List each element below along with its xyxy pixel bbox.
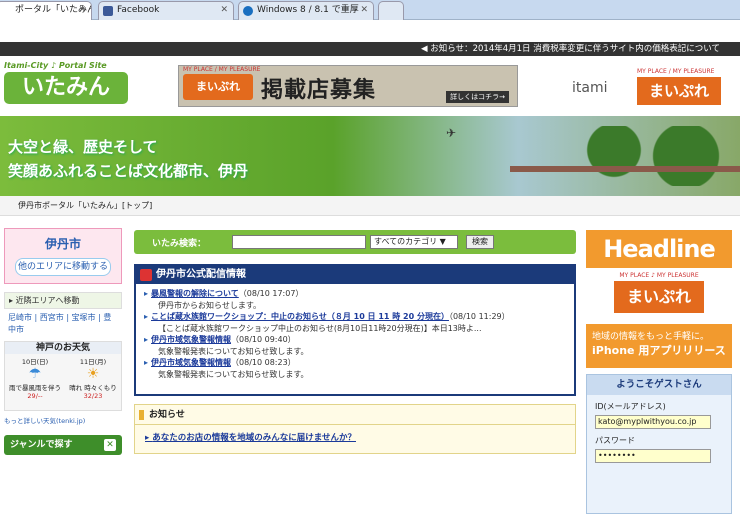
move-area-button[interactable]: 他のエリアに移動する [15, 258, 111, 276]
weather-box: 神戸のお天気 10日(日) ☂ 雨で暴風雨を伴う 29/-- 11日(月) ☀ … [4, 341, 122, 411]
tab-facebook[interactable]: Facebook ✕ [98, 1, 234, 20]
umbrella-icon: ☂ [28, 366, 42, 382]
right-sidebar: Headline MY PLACE ♪ MY PLEASURE まいぷれ 地域の… [586, 230, 732, 514]
password-label: パスワード [595, 436, 635, 445]
headline-banner[interactable]: Headline [586, 230, 732, 268]
close-icon[interactable]: ✕ [78, 2, 86, 19]
left-sidebar: 伊丹市 他のエリアに移動する ▸ 近隣エリアへ移動 尼崎市 | 西宮市 | 宝塚… [0, 228, 126, 477]
app-line-1: 地域の情報をもっと手軽に。 [592, 332, 710, 342]
id-label: ID(メールアドレス) [595, 402, 666, 411]
mypl-name: まいぷれ [614, 281, 704, 313]
address-bar-area [0, 20, 740, 42]
weather-more-link[interactable]: もっと詳しい天気(tenki.jp) [4, 415, 126, 425]
news-link[interactable]: 暴風警報の解除について [151, 289, 239, 298]
breadcrumb[interactable]: 伊丹市ポータル「いたみん」[トップ] [0, 196, 740, 216]
mypl-banner[interactable]: MY PLACE ♪ MY PLEASURE まいぷれ [586, 272, 732, 322]
recruit-banner[interactable]: MY PLACE / MY PLEASURE まいぷれ 掲載店募集 詳しくはコチ… [178, 65, 518, 107]
city-hall-icon [140, 269, 152, 281]
app-line-2: iPhone 用アプリリリース [592, 344, 726, 357]
logo-title: いたみん [4, 72, 128, 104]
bullet-icon: ▸ [144, 335, 149, 344]
tab-label: Facebook [117, 5, 160, 15]
browser-tab-bar: ポータル「いたみん」 ✕ Facebook ✕ Windows 8 / 8.1 … [0, 0, 740, 20]
news-link[interactable]: ことば蔵水族館ワークショップ：中止のお知らせ（８月 10 日 11 時 20 分… [151, 312, 449, 321]
tab-itamin[interactable]: ポータル「いたみん」 ✕ [0, 1, 92, 20]
search-input[interactable] [232, 235, 366, 249]
search-label: いたみ検索： [152, 239, 207, 249]
trees-decoration [560, 126, 740, 186]
weather-day-1: 10日(日) ☂ 雨で暴風雨を伴う 29/-- [9, 358, 61, 400]
category-select[interactable]: すべてのカテゴリ ▼ [370, 235, 458, 249]
near-area-links[interactable]: 尼崎市 | 西宮市 | 宝塚市 | 豊中市 [4, 309, 122, 339]
genre-search-header[interactable]: ジャンルで探す ✕ [4, 435, 122, 455]
sun-cloud-icon: ☀ [86, 366, 100, 382]
logo-subtitle: Itami-City ♪ Portal Site [4, 61, 107, 70]
list-item: ▸ 伊丹市域気象警報情報（08/10 09:40） 気象警報発表についてお知らせ致… [144, 335, 309, 356]
notice-box: お知らせ ▸ あなたのお店の情報を地域のみんなに届けませんか？ [134, 404, 576, 454]
near-area-label: ▸ 近隣エリアへ移動 [4, 292, 122, 309]
bullet-icon: ▸ [144, 312, 149, 321]
hero-banner: 大空と緑、歴史そして 笑顔あふれることば文化都市、伊丹 ✈ [0, 116, 740, 196]
itami-logo[interactable]: itami [572, 80, 608, 96]
close-icon[interactable]: ✕ [360, 2, 368, 19]
notice-text: お知らせ：2014年4月1日 消費税率変更に伴うサイト内の価格表記について [430, 44, 720, 54]
mypl-logo[interactable]: MY PLACE / MY PLEASURE まいぷれ [637, 68, 721, 106]
city-box: 伊丹市 他のエリアに移動する [4, 228, 122, 284]
banner-title: 掲載店募集 [261, 78, 377, 103]
login-box: ようこそゲストさん ID(メールアドレス) kato@myplwithyou.c… [586, 374, 732, 514]
email-field[interactable]: kato@myplwithyou.co.jp [595, 415, 711, 429]
mypl-tagline: MY PLACE ♪ MY PLEASURE [619, 272, 699, 279]
hp-icon [243, 6, 253, 16]
tab-label: Windows 8 / 8.1 で重厚 [257, 5, 359, 15]
app-release-banner[interactable]: 地域の情報をもっと手軽に。 iPhone 用アプリリリース [586, 324, 732, 368]
banner-tagline: MY PLACE / MY PLEASURE [183, 66, 261, 73]
site-search: いたみ検索： すべてのカテゴリ ▼ 検索 [134, 230, 576, 254]
airplane-icon: ✈ [446, 126, 457, 140]
welcome-title: ようこそゲストさん [587, 375, 731, 395]
speaker-icon: ◀ [421, 44, 431, 54]
bullet-icon: ▸ [144, 358, 149, 367]
bridge-decoration [510, 166, 740, 172]
list-item: ▸ 暴風警報の解除について（08/10 17:07） 伊丹市からお知らせします。 [144, 289, 304, 310]
list-item: ▸ 伊丹市域気象警報情報（08/10 08:23） 気象警報発表についてお知らせ致… [144, 358, 309, 379]
site-header: Itami-City ♪ Portal Site いたみん MY PLACE /… [0, 56, 740, 116]
list-item: ▸ ことば蔵水族館ワークショップ：中止のお知らせ（８月 10 日 11 時 20 … [144, 312, 510, 333]
news-list: ▸ 暴風警報の解除について（08/10 17:07） 伊丹市からお知らせします。 … [136, 284, 574, 384]
banner-badge: まいぷれ [183, 74, 253, 100]
hero-line-1: 大空と緑、歴史そして [8, 138, 158, 156]
site-logo[interactable]: Itami-City ♪ Portal Site いたみん [4, 61, 128, 111]
weather-title: 神戸のお天気 [5, 342, 121, 354]
facebook-icon [103, 6, 113, 16]
close-icon[interactable]: ✕ [104, 439, 116, 451]
official-info-title: 伊丹市公式配信情報 [136, 266, 574, 284]
official-info-box: 伊丹市公式配信情報 ▸ 暴風警報の解除について（08/10 17:07） 伊丹市か… [134, 264, 576, 396]
main-content: いたみ検索： すべてのカテゴリ ▼ 検索 伊丹市公式配信情報 ▸ 暴風警報の解除に… [134, 230, 576, 477]
notice-link[interactable]: ▸ あなたのお店の情報を地域のみんなに届けませんか？ [135, 425, 575, 449]
news-link[interactable]: 伊丹市域気象警報情報 [151, 358, 231, 367]
bullet-icon: ▸ [144, 289, 149, 298]
notice-bar[interactable]: ◀ お知らせ：2014年4月1日 消費税率変更に伴うサイト内の価格表記について [0, 42, 740, 56]
notice-title: お知らせ [135, 405, 575, 425]
mypl-tagline: MY PLACE / MY PLEASURE [637, 68, 715, 75]
banner-more-link[interactable]: 詳しくはコチラ→ [446, 91, 509, 103]
password-field[interactable]: •••••••• [595, 449, 711, 463]
tab-windows[interactable]: Windows 8 / 8.1 で重厚 ✕ [238, 1, 374, 20]
search-button[interactable]: 検索 [466, 235, 494, 249]
new-tab-button[interactable] [378, 1, 404, 20]
hero-line-2: 笑顔あふれることば文化都市、伊丹 [8, 162, 249, 180]
news-link[interactable]: 伊丹市域気象警報情報 [151, 335, 231, 344]
city-name: 伊丹市 [44, 237, 81, 251]
mypl-name: まいぷれ [637, 77, 721, 105]
close-icon[interactable]: ✕ [220, 2, 228, 19]
weather-day-2: 11日(月) ☀ 晴れ 時々くもり 32/23 [65, 356, 121, 400]
